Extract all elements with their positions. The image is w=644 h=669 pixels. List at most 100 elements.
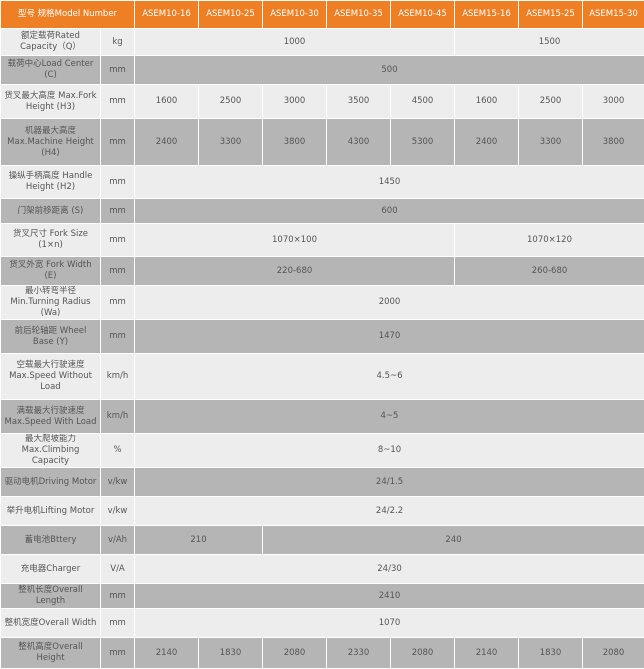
spec-unit: % <box>101 434 135 468</box>
spec-table: 型号 规格Model Number ASEM10-16ASEM10-25ASEM… <box>0 0 644 669</box>
spec-value: 1450 <box>135 166 644 199</box>
model-header-8: ASEM15-30 <box>583 1 644 29</box>
spec-unit: mm <box>101 119 135 166</box>
spec-unit: v/kw <box>101 497 135 526</box>
spec-value: 2080 <box>263 638 327 669</box>
spec-unit: mm <box>101 166 135 199</box>
spec-value: 2080 <box>391 638 455 669</box>
spec-value: 600 <box>135 199 644 224</box>
spec-value: 3000 <box>583 85 644 119</box>
spec-unit: v/kw <box>101 468 135 497</box>
spec-value: 4~5 <box>135 400 644 434</box>
spec-label: 额定载荷Rated Capacity（Q） <box>1 29 101 56</box>
table-row: 最小转弯半径 Min.Turning Radius (Wa)mm2000 <box>1 286 644 320</box>
spec-value: 210 <box>135 526 263 555</box>
spec-unit: v/Ah <box>101 526 135 555</box>
table-row: 额定载荷Rated Capacity（Q）kg10001500 <box>1 29 644 56</box>
spec-label: 蓄电池Bttery <box>1 526 101 555</box>
spec-label: 满载最大行驶速度 Max.Speed With Load <box>1 400 101 434</box>
spec-value: 3500 <box>327 85 391 119</box>
spec-unit: mm <box>101 199 135 224</box>
spec-value: 24/1.5 <box>135 468 644 497</box>
spec-label: 驱动电机Driving Motor <box>1 468 101 497</box>
spec-label: 充电器Charger <box>1 555 101 584</box>
spec-label: 整机宽度Overall Width <box>1 609 101 638</box>
spec-value: 1600 <box>135 85 199 119</box>
table-row: 整机长度Overall Lengthmm2410 <box>1 584 644 609</box>
table-row: 操纵手柄高度 Handle Height (H2)mm1450 <box>1 166 644 199</box>
spec-value: 4.5~6 <box>135 354 644 400</box>
spec-value: 2000 <box>135 286 644 320</box>
table-row: 整机宽度Overall Widthmm1070 <box>1 609 644 638</box>
spec-value: 2140 <box>455 638 519 669</box>
spec-value: 500 <box>135 56 644 85</box>
spec-value: 1070×100 <box>135 224 455 257</box>
spec-label: 空载最大行驶速度 Max.Speed Without Load <box>1 354 101 400</box>
spec-value: 2500 <box>519 85 583 119</box>
table-row: 蓄电池Btteryv/Ah210240 <box>1 526 644 555</box>
table-row: 整机高度Overall Heightmm21401830208023302080… <box>1 638 644 669</box>
spec-label: 举升电机Lifting Motor <box>1 497 101 526</box>
spec-value: 2400 <box>135 119 199 166</box>
spec-value: 3000 <box>263 85 327 119</box>
table-row: 货叉外宽 Fork Width (E)mm220-680260-680 <box>1 257 644 286</box>
spec-label: 货叉尺寸 Fork Size (1×n) <box>1 224 101 257</box>
spec-value: 3300 <box>199 119 263 166</box>
table-row: 机器最大高度 Max.Machine Height (H4)mm24003300… <box>1 119 644 166</box>
spec-unit: mm <box>101 257 135 286</box>
spec-unit: mm <box>101 224 135 257</box>
spec-value: 4500 <box>391 85 455 119</box>
spec-unit: mm <box>101 56 135 85</box>
spec-value: 5300 <box>391 119 455 166</box>
spec-unit: km/h <box>101 400 135 434</box>
spec-label: 最小转弯半径 Min.Turning Radius (Wa) <box>1 286 101 320</box>
table-row: 驱动电机Driving Motorv/kw24/1.5 <box>1 468 644 497</box>
spec-value: 3800 <box>263 119 327 166</box>
spec-value: 220-680 <box>135 257 455 286</box>
spec-label: 载荷中心Load Center (C) <box>1 56 101 85</box>
spec-unit: mm <box>101 638 135 669</box>
spec-value: 3800 <box>583 119 644 166</box>
model-number-header: 型号 规格Model Number <box>1 1 135 29</box>
spec-value: 1600 <box>455 85 519 119</box>
spec-value: 1830 <box>199 638 263 669</box>
spec-label: 整机高度Overall Height <box>1 638 101 669</box>
spec-value: 3300 <box>519 119 583 166</box>
spec-value: 1470 <box>135 320 644 354</box>
table-row: 充电器ChargerV/A24/30 <box>1 555 644 584</box>
spec-unit: kg <box>101 29 135 56</box>
spec-value: 2400 <box>455 119 519 166</box>
spec-label: 货叉最大高度 Max.Fork Height (H3) <box>1 85 101 119</box>
spec-label: 机器最大高度 Max.Machine Height (H4) <box>1 119 101 166</box>
spec-label: 整机长度Overall Length <box>1 584 101 609</box>
spec-unit: V/A <box>101 555 135 584</box>
spec-value: 2140 <box>135 638 199 669</box>
table-row: 货叉最大高度 Max.Fork Height (H3)mm16002500300… <box>1 85 644 119</box>
spec-value: 1070×120 <box>455 224 644 257</box>
table-row: 最大爬坡能力 Max.Climbing Capacity%8~10 <box>1 434 644 468</box>
spec-value: 4300 <box>327 119 391 166</box>
model-header-7: ASEM15-25 <box>519 1 583 29</box>
spec-label: 最大爬坡能力 Max.Climbing Capacity <box>1 434 101 468</box>
spec-unit: mm <box>101 584 135 609</box>
spec-value: 240 <box>263 526 644 555</box>
spec-label: 货叉外宽 Fork Width (E) <box>1 257 101 286</box>
spec-value: 24/30 <box>135 555 644 584</box>
model-header-4: ASEM10-35 <box>327 1 391 29</box>
model-header-2: ASEM10-25 <box>199 1 263 29</box>
table-body: 额定载荷Rated Capacity（Q）kg10001500载荷中心Load … <box>1 29 644 669</box>
spec-unit: mm <box>101 85 135 119</box>
spec-value: 1830 <box>519 638 583 669</box>
spec-label: 前后轮轴距 Wheel Base (Y) <box>1 320 101 354</box>
model-header-6: ASEM15-16 <box>455 1 519 29</box>
model-header-5: ASEM10-45 <box>391 1 455 29</box>
table-row: 满载最大行驶速度 Max.Speed With Loadkm/h4~5 <box>1 400 644 434</box>
spec-value: 2410 <box>135 584 644 609</box>
table-row: 前后轮轴距 Wheel Base (Y)mm1470 <box>1 320 644 354</box>
model-header-1: ASEM10-16 <box>135 1 199 29</box>
spec-value: 260-680 <box>455 257 644 286</box>
table-row: 空载最大行驶速度 Max.Speed Without Loadkm/h4.5~6 <box>1 354 644 400</box>
header-row: 型号 规格Model Number ASEM10-16ASEM10-25ASEM… <box>1 1 644 29</box>
table-row: 门架前移距离 (S)mm600 <box>1 199 644 224</box>
model-header-3: ASEM10-30 <box>263 1 327 29</box>
